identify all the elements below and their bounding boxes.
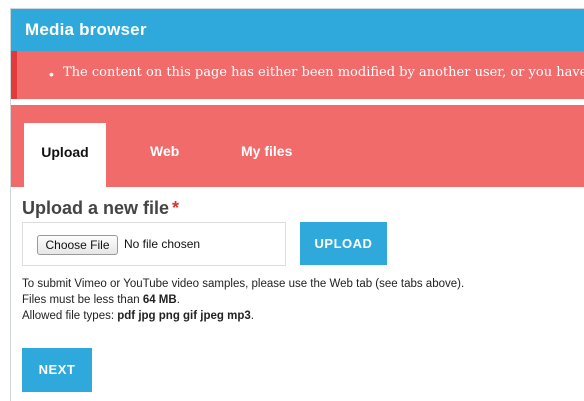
- help-size-suffix: .: [176, 294, 180, 306]
- tab-upload[interactable]: Upload: [24, 123, 106, 187]
- error-alert: • The content on this page has either be…: [11, 51, 584, 99]
- allowed-file-types: pdf jpg png gif jpeg mp3: [117, 310, 251, 322]
- dialog-title: Media browser: [25, 20, 147, 39]
- file-input-box: Choose File No file chosen: [22, 222, 286, 266]
- tab-bar: Upload Web My files: [11, 105, 584, 187]
- tab-web[interactable]: Web: [150, 143, 179, 159]
- help-types-prefix: Allowed file types:: [22, 310, 115, 322]
- max-file-size: 64 MB: [142, 294, 177, 306]
- alert-message: The content on this page has either been…: [63, 65, 584, 80]
- upload-heading: Upload a new file *: [22, 198, 179, 219]
- required-marker: *: [172, 198, 180, 218]
- help-line-types: Allowed file types: pdf jpg png gif jpeg…: [22, 308, 464, 324]
- help-line-web: To submit Vimeo or YouTube video samples…: [22, 278, 465, 290]
- help-size-prefix: Files must be less than: [22, 294, 140, 306]
- dialog-titlebar: Media browser: [11, 9, 584, 51]
- upload-heading-text: Upload a new file: [22, 198, 170, 218]
- next-button[interactable]: NEXT: [22, 348, 92, 392]
- file-status-text: No file chosen: [124, 237, 201, 251]
- choose-file-button[interactable]: Choose File: [37, 235, 118, 255]
- tab-my-files[interactable]: My files: [241, 143, 292, 159]
- upload-help-text: To submit Vimeo or YouTube video samples…: [22, 276, 464, 324]
- alert-bullet: •: [49, 66, 54, 82]
- help-types-suffix: .: [250, 310, 254, 322]
- upload-button[interactable]: UPLOAD: [300, 222, 387, 265]
- help-line-size: Files must be less than 64 MB.: [22, 292, 464, 308]
